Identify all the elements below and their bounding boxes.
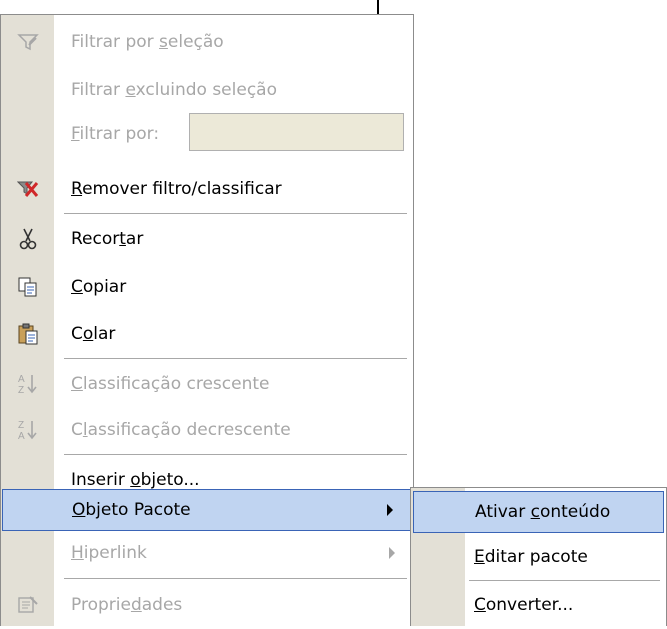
menu-item-sort-descending[interactable]: ZA Classificação decrescente — [1, 406, 413, 454]
menu-separator — [64, 454, 407, 455]
scissors-icon — [1, 215, 54, 263]
menu-item-paste[interactable]: Colar — [1, 310, 413, 358]
submenu-item-edit-package[interactable]: Editar pacote — [411, 534, 666, 580]
sort-descending-icon: ZA — [1, 406, 54, 454]
filter-selection-icon — [1, 18, 54, 66]
copy-icon — [1, 263, 54, 311]
submenu-arrow-icon — [389, 547, 395, 559]
menu-separator — [64, 578, 407, 579]
remove-filter-icon — [1, 165, 54, 213]
menu-item-package-object[interactable]: Objeto Pacote — [2, 489, 412, 531]
menu-item-filter-by-selection[interactable]: Filtrar por seleção — [1, 18, 413, 66]
sort-ascending-icon: AZ — [1, 360, 54, 408]
menu-item-copy[interactable]: Copiar — [1, 263, 413, 311]
menu-item-properties[interactable]: Propriedades — [1, 581, 413, 629]
menu-separator — [64, 358, 407, 359]
package-object-submenu: Ativar conteúdo Editar pacote Converter.… — [410, 487, 667, 626]
menu-separator — [469, 580, 660, 581]
svg-text:Z: Z — [18, 385, 24, 396]
filter-by-input[interactable] — [189, 113, 404, 151]
submenu-item-activate-content[interactable]: Ativar conteúdo — [413, 491, 664, 533]
paste-icon — [1, 310, 54, 358]
submenu-arrow-icon — [387, 504, 393, 516]
menu-item-filter-excluding-selection[interactable]: Filtrar excluindo seleção — [1, 66, 413, 114]
submenu-item-convert[interactable]: Converter... — [411, 582, 666, 628]
menu-item-sort-ascending[interactable]: AZ Classificação crescente — [1, 360, 413, 408]
menu-item-remove-filter-sort[interactable]: Remover filtro/classificar — [1, 165, 413, 213]
menu-item-hyperlink[interactable]: Hiperlink — [1, 531, 413, 575]
svg-text:A: A — [18, 431, 25, 442]
menu-separator — [64, 213, 407, 214]
svg-text:Z: Z — [18, 420, 24, 431]
properties-icon — [1, 581, 54, 629]
menu-item-cut[interactable]: Recortar — [1, 215, 413, 263]
context-menu: Filtrar por seleção Filtrar excluindo se… — [0, 14, 414, 626]
svg-text:A: A — [18, 374, 25, 385]
